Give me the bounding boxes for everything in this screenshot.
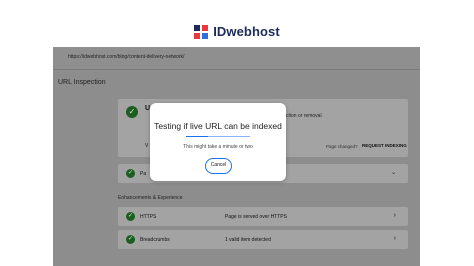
progress-fill xyxy=(186,136,209,137)
coverage-label: Pa xyxy=(140,171,147,177)
chevron-right-icon[interactable]: › xyxy=(394,235,396,242)
chevron-down-icon[interactable]: ⌄ xyxy=(391,169,396,176)
dialog-title: Testing if live URL can be indexed xyxy=(154,121,282,131)
chevron-right-icon[interactable]: › xyxy=(394,212,396,219)
enhancement-status: Page is served over HTTPS xyxy=(225,214,287,220)
page-title: URL Inspection xyxy=(58,79,106,86)
request-indexing-button[interactable]: REQUEST INDEXING xyxy=(362,143,407,148)
enhancements-heading: Enhancements & Experience xyxy=(118,195,183,201)
check-circle-icon: ✓ xyxy=(126,212,135,221)
enhancement-row-https[interactable]: ✓ HTTPS Page is served over HTTPS › xyxy=(118,207,408,226)
cancel-button[interactable]: Cancel xyxy=(205,158,232,174)
check-circle-icon: ✓ xyxy=(126,169,135,178)
enhancement-status: 1 valid item detected xyxy=(225,237,271,243)
card-description: ction or removal xyxy=(286,113,322,119)
card-line: V xyxy=(145,143,149,149)
enhancement-name: Breadcrumbs xyxy=(140,237,170,243)
check-circle-icon: ✓ xyxy=(126,235,135,244)
inspected-url: https://idwebhost.com/blog/content-deliv… xyxy=(68,54,185,60)
progress-bar xyxy=(186,136,250,137)
live-test-dialog: Testing if live URL can be indexed This … xyxy=(150,103,286,181)
dialog-subtitle: This might take a minute or two xyxy=(183,144,253,150)
enhancement-row-breadcrumbs[interactable]: ✓ Breadcrumbs 1 valid item detected › xyxy=(118,230,408,249)
brand-header: IDwebhost xyxy=(0,24,474,39)
url-bar[interactable]: https://idwebhost.com/blog/content-deliv… xyxy=(53,47,420,70)
brand-name: IDwebhost xyxy=(213,24,280,39)
check-circle-icon: ✓ xyxy=(126,106,138,118)
page-changed-label: Page changed? xyxy=(326,144,358,149)
enhancement-name: HTTPS xyxy=(140,214,157,220)
idwebhost-logo-icon xyxy=(194,24,209,39)
